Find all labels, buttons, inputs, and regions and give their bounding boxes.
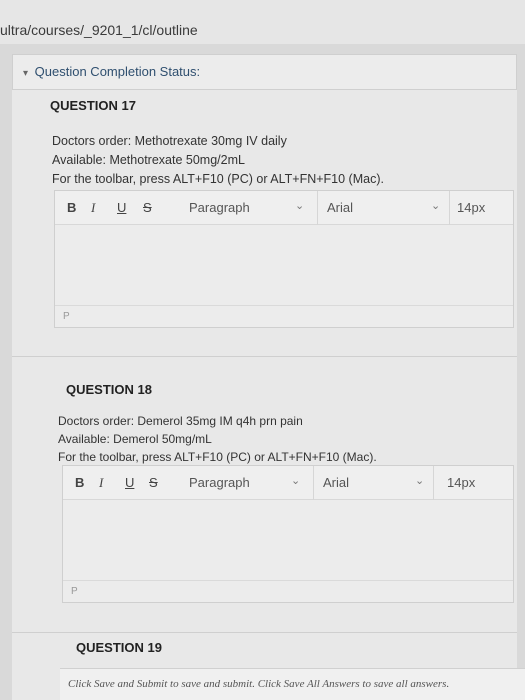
question-17-text: Doctors order: Methotrexate 30mg IV dail… — [52, 132, 384, 189]
path-label: P — [71, 586, 78, 597]
bold-button[interactable]: B — [75, 475, 84, 490]
editor-element-path: P — [55, 305, 513, 327]
status-label: Question Completion Status: — [34, 64, 201, 79]
font-family-select[interactable]: Arial — [327, 200, 353, 215]
question-18-title: QUESTION 18 — [66, 382, 152, 397]
question-separator — [12, 632, 517, 633]
toolbar-divider — [317, 191, 318, 225]
question-separator — [12, 356, 517, 357]
chevron-down-icon[interactable]: ⌄ — [291, 474, 300, 487]
question-17-title: QUESTION 17 — [50, 98, 136, 113]
question-line: Doctors order: Methotrexate 30mg IV dail… — [52, 134, 287, 148]
question-17-editor[interactable]: B I U S Paragraph ⌄ Arial ⌄ 14px P — [54, 190, 514, 328]
strikethrough-button[interactable]: S — [149, 475, 158, 490]
toolbar-hint: For the toolbar, press ALT+F10 (PC) or A… — [52, 172, 384, 186]
submit-instructions: Click Save and Submit to save and submit… — [60, 668, 525, 700]
toolbar-divider — [433, 466, 434, 500]
chevron-down-icon[interactable]: ⌄ — [415, 474, 424, 487]
font-size-select[interactable]: 14px — [457, 200, 485, 215]
question-line: Available: Demerol 50mg/mL — [58, 432, 212, 446]
paragraph-format-select[interactable]: Paragraph — [189, 200, 250, 215]
question-19-title: QUESTION 19 — [76, 640, 162, 655]
toolbar-hint: For the toolbar, press ALT+F10 (PC) or A… — [58, 450, 377, 464]
address-bar[interactable]: ultra/courses/_9201_1/cl/outline — [0, 0, 525, 44]
question-18-text: Doctors order: Demerol 35mg IM q4h prn p… — [58, 412, 377, 466]
toolbar-divider — [449, 191, 450, 225]
font-size-select[interactable]: 14px — [447, 475, 475, 490]
question-line: Doctors order: Demerol 35mg IM q4h prn p… — [58, 414, 303, 428]
question-completion-status[interactable]: ▾ Question Completion Status: — [12, 54, 517, 90]
font-family-select[interactable]: Arial — [323, 475, 349, 490]
chevron-down-icon[interactable]: ⌄ — [431, 199, 440, 212]
toolbar-divider — [313, 466, 314, 500]
strikethrough-button[interactable]: S — [143, 200, 152, 215]
paragraph-format-select[interactable]: Paragraph — [189, 475, 250, 490]
url-text: ultra/courses/_9201_1/cl/outline — [0, 22, 198, 38]
bold-button[interactable]: B — [67, 200, 76, 215]
editor-toolbar: B I U S Paragraph ⌄ Arial ⌄ 14px — [63, 466, 513, 500]
assessment-page: QUESTION 17 Doctors order: Methotrexate … — [12, 90, 517, 700]
question-18-editor[interactable]: B I U S Paragraph ⌄ Arial ⌄ 14px P — [62, 465, 514, 603]
editor-toolbar: B I U S Paragraph ⌄ Arial ⌄ 14px — [55, 191, 513, 225]
question-line: Available: Methotrexate 50mg/2mL — [52, 153, 245, 167]
collapse-chevron-icon[interactable]: ▾ — [23, 68, 28, 79]
path-label: P — [63, 311, 70, 322]
italic-button[interactable]: I — [99, 475, 103, 491]
chevron-down-icon[interactable]: ⌄ — [295, 199, 304, 212]
editor-element-path: P — [63, 580, 513, 602]
italic-button[interactable]: I — [91, 200, 95, 216]
underline-button[interactable]: U — [117, 200, 126, 215]
underline-button[interactable]: U — [125, 475, 134, 490]
